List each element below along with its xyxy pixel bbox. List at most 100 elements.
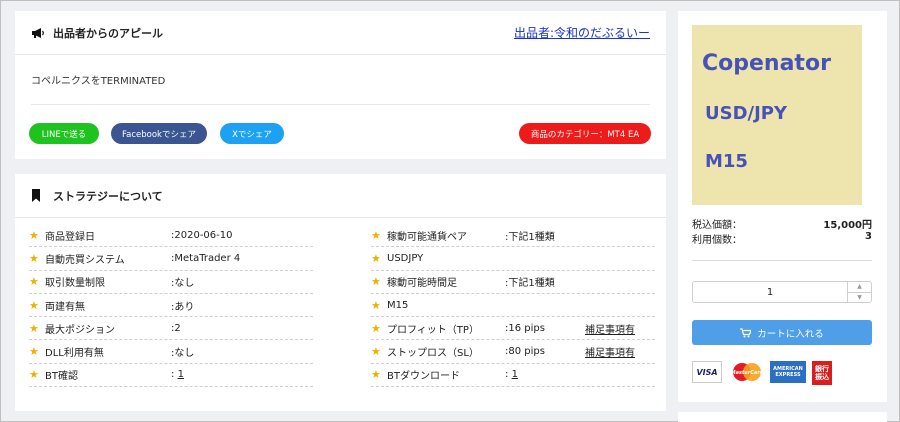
spec-row: ★ 稼動可能時間足 :下記1種類 — [371, 271, 655, 294]
quantity-stepper[interactable]: 1 ▲ ▼ — [692, 281, 872, 303]
star-icon: ★ — [371, 228, 381, 242]
spec-label: DLL利用有無 — [45, 348, 104, 360]
increment-icon[interactable]: ▲ — [848, 282, 871, 292]
spec-row: ★ BTダウンロード : 1 — [371, 364, 655, 388]
mastercard-text: MasterCard — [731, 370, 764, 376]
spec-value: : 1 — [171, 369, 184, 380]
spec-row: ★ BT確認 : 1 — [29, 364, 313, 388]
spec-row: ★ ストップロス（SL） :80 pips 補足事項有 — [371, 340, 655, 364]
appeal-header: 出品者からのアピール 出品者:令和のだぶるいー — [15, 11, 666, 55]
share-x-button[interactable]: Xでシェア — [220, 123, 284, 144]
product-image-timeframe: M15 — [705, 151, 748, 172]
spec-row: ★ プロフィット（TP） :16 pips 補足事項有 — [371, 317, 655, 341]
spec-value: :下記1種類 — [505, 231, 555, 243]
spec-row: ★ 取引数量制限 :なし — [29, 271, 313, 294]
mastercard-logo: MasterCard — [730, 361, 764, 383]
appeal-text: コペルニクスをTERMINATED — [31, 76, 166, 87]
star-icon: ★ — [371, 275, 381, 289]
price-label: 税込価額： — [692, 220, 742, 231]
usage-count-label: 利用個数： — [692, 235, 742, 246]
visa-logo: VISA — [692, 361, 722, 383]
spec-row: ★ DLL利用有無 :なし — [29, 340, 313, 364]
spec-value: : 1 — [505, 369, 583, 380]
spec-row: ★ 両建有無 :あり — [29, 294, 313, 318]
star-icon: ★ — [371, 368, 381, 382]
cart-icon — [740, 327, 752, 338]
star-icon: ★ — [29, 345, 39, 359]
seller-appeal-card: 出品者からのアピール 出品者:令和のだぶるいー コペルニクスをTERMINATE… — [15, 11, 666, 159]
product-image: Copenator USD/JPY M15 — [692, 25, 862, 205]
spec-value: :なし — [171, 278, 195, 290]
megaphone-icon — [31, 26, 45, 40]
share-facebook-button[interactable]: Facebookでシェア — [111, 123, 207, 144]
bookmark-icon — [31, 189, 45, 203]
spec-row: ★ 稼動可能通貨ペア :下記1種類 — [371, 224, 655, 248]
divider — [31, 104, 650, 105]
spec-label: プロフィット（TP） — [387, 324, 479, 336]
decrement-icon[interactable]: ▼ — [848, 291, 871, 303]
spec-value: :あり — [171, 301, 195, 313]
product-image-pair: USD/JPY — [705, 103, 788, 124]
spec-row: ★ 最大ポジション :2 — [29, 317, 313, 341]
bank-text-2: 振込 — [815, 373, 829, 381]
spec-value: :16 pips — [505, 322, 545, 334]
add-to-cart-button[interactable]: カートに入れる — [692, 320, 872, 345]
spec-row: ★ M15 — [371, 294, 655, 318]
spec-label: 最大ポジション — [45, 324, 115, 336]
strategy-card: ストラテジーについて ★ 商品登録日:2020-06-10 ★ 自動売買システム:Me… — [15, 174, 666, 411]
usage-count-value: 3 — [865, 231, 872, 242]
product-image-title: Copenator — [702, 51, 831, 76]
star-icon: ★ — [29, 228, 39, 242]
quantity-spinner[interactable]: ▲ ▼ — [847, 282, 871, 302]
spec-value: :MetaTrader 4 — [171, 252, 241, 264]
star-icon: ★ — [371, 345, 381, 359]
bank-text-1: 銀行 — [815, 365, 829, 373]
spec-label: 取引数量制限 — [45, 278, 105, 290]
spec-value: :なし — [171, 348, 195, 360]
supplementary-note-link[interactable]: 補足事項有 — [585, 321, 635, 336]
divider — [692, 260, 872, 261]
spec-row: ★ USDJPY — [371, 247, 655, 271]
spec-value-link[interactable]: 1 — [178, 369, 184, 380]
star-icon: ★ — [29, 298, 39, 312]
star-icon: ★ — [29, 275, 39, 289]
spec-label: 稼動可能通貨ペア — [387, 231, 467, 243]
category-badge[interactable]: 商品のカテゴリー：MT4 EA — [519, 123, 651, 144]
spec-label: M15 — [387, 299, 409, 311]
spec-column-right: ★ 稼動可能通貨ペア :下記1種類 ★ USDJPY ★ 稼動可能時間足 :下記1種類 ★ M15… — [371, 224, 655, 388]
spec-value-link[interactable]: 1 — [512, 369, 518, 380]
star-icon: ★ — [29, 321, 39, 335]
spec-label: ストップロス（SL） — [387, 348, 479, 360]
bank-transfer-logo: 銀行 振込 — [812, 361, 832, 385]
purchase-card: Copenator USD/JPY M15 税込価額： 15,000円 利用個数… — [678, 11, 887, 402]
supplementary-note-link[interactable]: 補足事項有 — [585, 344, 635, 359]
star-icon: ★ — [29, 368, 39, 382]
quantity-input[interactable]: 1 — [693, 282, 847, 302]
amex-logo: AMERICAN EXPRESS — [770, 361, 806, 383]
seller-link[interactable]: 出品者:令和のだぶるいー — [514, 24, 650, 41]
spec-label: 自動売買システム — [45, 254, 125, 266]
spec-label: 両建有無 — [45, 301, 85, 313]
spec-column-left: ★ 商品登録日:2020-06-10 ★ 自動売買システム:MetaTrader 4 ★… — [29, 224, 313, 388]
amex-text-2: EXPRESS — [775, 372, 801, 378]
price-value: 15,000円 — [823, 220, 872, 231]
strategy-title: ストラテジーについて — [53, 189, 163, 203]
star-icon: ★ — [371, 298, 381, 312]
next-card — [678, 412, 887, 422]
star-icon: ★ — [371, 321, 381, 335]
spec-value: :2 — [171, 322, 181, 334]
spec-row: ★ 自動売買システム :MetaTrader 4 — [29, 247, 313, 271]
spec-label: USDJPY — [387, 252, 424, 264]
spec-value: :2020-06-10 — [171, 229, 233, 241]
spec-label: BT確認 — [45, 371, 78, 383]
star-icon: ★ — [29, 251, 39, 265]
star-icon: ★ — [371, 251, 381, 265]
spec-label: BTダウンロード — [387, 371, 460, 383]
spec-value: :80 pips — [505, 346, 545, 358]
spec-label: 稼動可能時間足 — [387, 278, 457, 290]
usage-count-row: 利用個数： 3 — [692, 231, 872, 246]
add-to-cart-label: カートに入れる — [757, 328, 824, 340]
strategy-header: ストラテジーについて — [15, 174, 666, 218]
spec-value: :下記1種類 — [505, 278, 555, 290]
share-line-button[interactable]: LINEで送る — [29, 123, 99, 144]
